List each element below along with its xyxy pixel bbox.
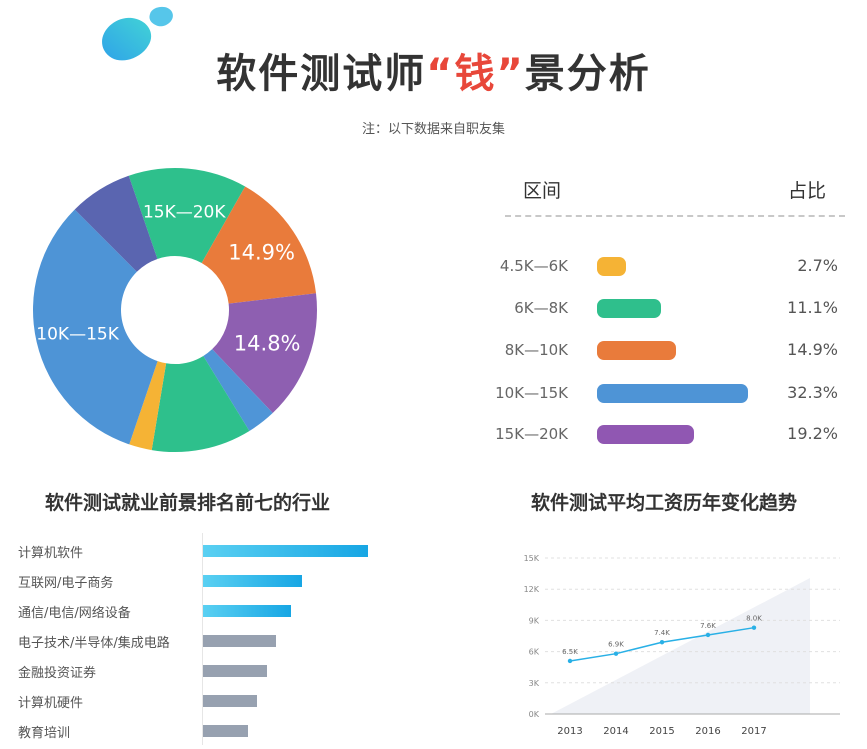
share-column-header: 占比 bbox=[788, 180, 827, 202]
x-tick-label: 2016 bbox=[695, 726, 720, 737]
donut-slice-label: 15K—20K bbox=[143, 202, 226, 222]
industry-label: 金融投资证券 bbox=[18, 666, 97, 681]
industry-bar bbox=[203, 695, 257, 707]
y-tick-label: 3K bbox=[529, 679, 540, 688]
range-row: 4.5K—6K 2.7% bbox=[470, 254, 850, 278]
table-divider bbox=[505, 215, 845, 217]
range-label: 6K—8K bbox=[514, 299, 568, 317]
donut-slice-label: 14.8% bbox=[234, 331, 301, 355]
range-row: 10K—15K 32.3% bbox=[470, 381, 850, 405]
range-bar bbox=[597, 299, 661, 318]
trend-point-label: 7.6K bbox=[700, 622, 716, 630]
range-column-header: 区间 bbox=[523, 180, 562, 202]
trend-background-shape bbox=[551, 578, 810, 714]
industry-label: 计算机硬件 bbox=[18, 696, 84, 711]
trend-point bbox=[705, 632, 711, 638]
donut-slice-label: 14.9% bbox=[228, 240, 295, 264]
range-bar bbox=[597, 341, 677, 360]
industry-label: 计算机软件 bbox=[18, 546, 84, 561]
industry-ranking-title: 软件测试就业前景排名前七的行业 bbox=[45, 492, 331, 514]
industry-label: 互联网/电子商务 bbox=[18, 576, 114, 591]
x-tick-label: 2013 bbox=[557, 726, 582, 737]
page-title: 软件测试师“钱”景分析 bbox=[216, 51, 651, 97]
range-row: 15K—20K 19.2% bbox=[470, 422, 850, 446]
donut-slice-label: 10K—15K bbox=[36, 325, 119, 345]
industry-bar bbox=[203, 605, 292, 617]
salary-trend-title: 软件测试平均工资历年变化趋势 bbox=[531, 492, 798, 514]
x-tick-label: 2014 bbox=[603, 726, 628, 737]
trend-point-label: 6.5K bbox=[562, 648, 578, 656]
trend-point-label: 6.9K bbox=[608, 641, 624, 649]
range-share-value: 32.3% bbox=[787, 383, 838, 402]
salary-distribution-donut: 15K—20K14.9% 14.8% 10K—15K bbox=[32, 168, 317, 452]
trend-point-label: 8.0K bbox=[746, 615, 762, 623]
range-share-value: 2.7% bbox=[797, 256, 838, 275]
industry-label: 教育培训 bbox=[18, 726, 71, 741]
range-bar bbox=[597, 384, 748, 403]
range-share-value: 11.1% bbox=[787, 298, 838, 317]
trend-point-label: 7.4K bbox=[654, 629, 670, 637]
industry-bar bbox=[203, 545, 368, 557]
y-tick-label: 15K bbox=[524, 554, 540, 563]
y-tick-label: 12K bbox=[524, 585, 540, 594]
range-bar bbox=[597, 257, 627, 276]
industry-label: 电子技术/半导体/集成电路 bbox=[18, 636, 170, 651]
trend-point bbox=[567, 658, 573, 664]
y-tick-label: 0K bbox=[529, 710, 540, 719]
data-source-note: 注：以下数据来自职友集 bbox=[361, 122, 505, 137]
industry-bar bbox=[203, 575, 302, 587]
trend-point bbox=[751, 625, 757, 630]
y-tick-label: 9K bbox=[529, 616, 540, 625]
x-tick-label: 2017 bbox=[741, 726, 766, 737]
range-label: 8K—10K bbox=[504, 341, 568, 359]
range-bar bbox=[597, 425, 695, 444]
y-tick-label: 6K bbox=[529, 648, 540, 657]
range-label: 4.5K—6K bbox=[499, 257, 568, 275]
range-label: 10K—15K bbox=[495, 384, 568, 402]
range-row: 8K—10K 14.9% bbox=[470, 338, 850, 362]
range-row: 6K—8K 11.1% bbox=[470, 296, 850, 320]
trend-point bbox=[613, 651, 619, 656]
salary-trend-chart: 0K 3K 6K 9K 12K 15K 2013 2014 2015 2016 2017 6.5K 6.… bbox=[524, 554, 840, 737]
industry-bar bbox=[203, 635, 276, 647]
industry-bar bbox=[203, 665, 268, 677]
industry-label: 通信/电信/网络设备 bbox=[18, 606, 131, 621]
range-share-value: 19.2% bbox=[787, 424, 838, 443]
x-tick-label: 2015 bbox=[649, 726, 674, 737]
range-label: 15K—20K bbox=[495, 425, 568, 443]
trend-point bbox=[659, 640, 665, 645]
range-share-value: 14.9% bbox=[787, 340, 838, 359]
industry-bar bbox=[203, 725, 248, 737]
